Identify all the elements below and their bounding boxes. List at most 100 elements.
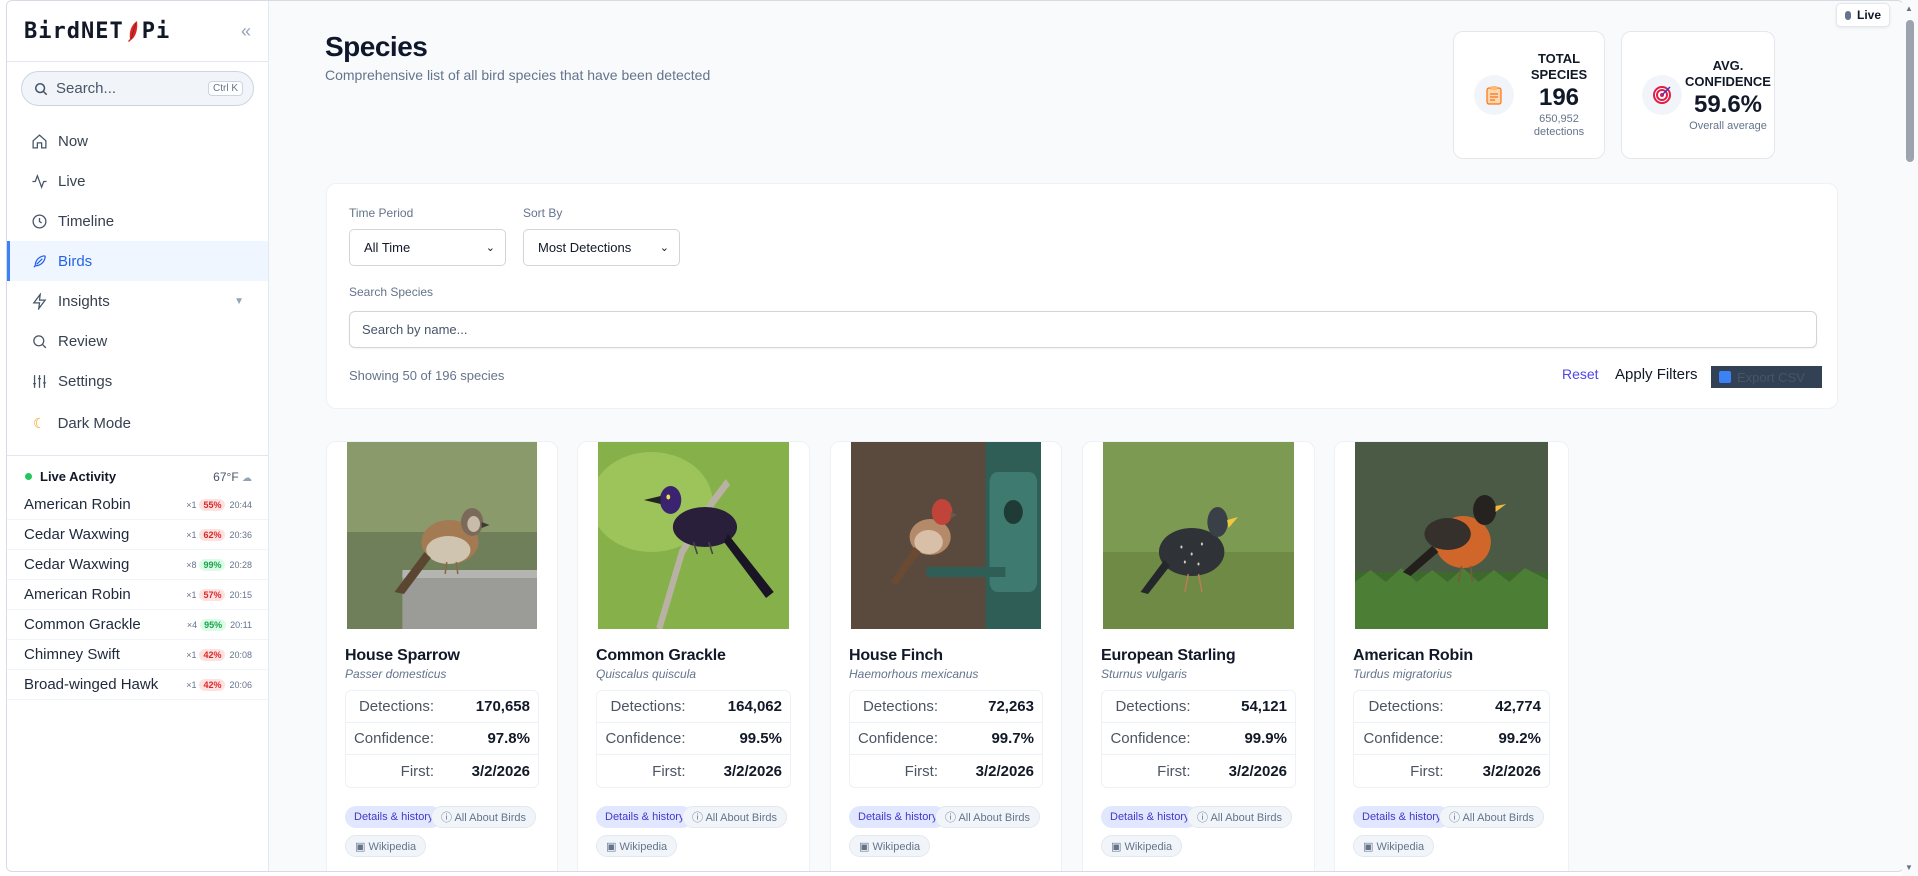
stat-key: Detections: [610, 698, 686, 715]
live-activity-item[interactable]: American Robin ×1 55% 20:44 [7, 490, 268, 520]
nav-item-live[interactable]: Live [7, 161, 268, 201]
confidence-value: 99.9% [1244, 730, 1287, 747]
species-stats: Detections: 54,121 Confidence: 99.9% First: 3… [1101, 690, 1296, 788]
clock-icon [32, 213, 47, 229]
live-activity-item[interactable]: Chimney Swift ×1 42% 20:08 [7, 640, 268, 670]
detections-value: 72,263 [988, 698, 1034, 715]
chevron-down-icon: ▼ [234, 295, 244, 307]
details-history-link[interactable]: Details & history [345, 806, 443, 828]
live-activity-item[interactable]: Cedar Waxwing ×8 99% 20:28 [7, 550, 268, 580]
stat-row-detections: Detections: 72,263 [850, 691, 1042, 723]
wikipedia-link[interactable]: ▣ Wikipedia [596, 835, 678, 857]
details-history-link[interactable]: Details & history [596, 806, 694, 828]
confidence-badge: 95% [200, 618, 227, 631]
collapse-sidebar-icon[interactable]: « [241, 21, 251, 42]
bird-photo[interactable] [1103, 442, 1294, 629]
page-scrollbar[interactable]: ▲ ▼ [1902, 0, 1918, 876]
clipboard-icon [1474, 75, 1514, 115]
species-common-name[interactable]: House Sparrow [345, 647, 460, 665]
stat-key: Detections: [1368, 698, 1444, 715]
confidence-badge: 62% [199, 528, 226, 541]
live-species-name: Chimney Swift [24, 646, 120, 663]
details-history-link[interactable]: Details & history [1101, 806, 1199, 828]
stat-row-detections: Detections: 164,062 [597, 691, 790, 723]
bird-photo[interactable] [347, 442, 537, 629]
live-activity-item[interactable]: American Robin ×1 57% 20:15 [7, 580, 268, 610]
wikipedia-link[interactable]: ▣ Wikipedia [1353, 835, 1435, 857]
live-indicator-button[interactable]: Live [1836, 3, 1891, 27]
page-subtitle: Comprehensive list of all bird species t… [325, 67, 711, 83]
all-about-birds-link[interactable]: ⓘ All About Birds [1187, 806, 1292, 828]
bird-photo[interactable] [1355, 442, 1548, 629]
species-common-name[interactable]: Common Grackle [596, 647, 726, 665]
species-common-name[interactable]: House Finch [849, 647, 943, 665]
stat-row-first: First: 3/2/2026 [1102, 755, 1295, 787]
search-icon [33, 334, 47, 348]
wikipedia-link[interactable]: ▣ Wikipedia [849, 835, 931, 857]
stat-key: Confidence: [605, 730, 686, 747]
first-seen-value: 3/2/2026 [471, 762, 530, 780]
species-scientific-name: Turdus migratorius [1353, 667, 1453, 681]
live-activity-item[interactable]: Broad-winged Hawk ×1 42% 20:06 [7, 670, 268, 700]
zap-icon [32, 292, 47, 310]
total-detections-label: detections [1533, 126, 1585, 138]
dark-mode-toggle[interactable]: ☾ Dark Mode [7, 401, 268, 445]
details-history-link[interactable]: Details & history [1353, 806, 1451, 828]
avg-confidence-sub: Overall average [1689, 119, 1767, 132]
bird-photo[interactable] [590, 442, 789, 631]
stat-row-confidence: Confidence: 99.2% [1354, 723, 1549, 755]
all-about-birds-link[interactable]: ⓘ All About Birds [935, 806, 1040, 828]
all-about-birds-link[interactable]: ⓘ All About Birds [682, 806, 787, 828]
live-activity-item[interactable]: Common Grackle ×4 95% 20:11 [7, 610, 268, 640]
all-about-birds-link[interactable]: ⓘ All About Birds [1439, 806, 1544, 828]
detections-value: 54,121 [1241, 698, 1287, 715]
species-search-placeholder: Search by name... [362, 322, 468, 337]
live-activity-header: Live Activity 67°F ☁ [7, 456, 268, 490]
live-activity-item[interactable]: Cedar Waxwing ×1 62% 20:36 [7, 520, 268, 550]
app-logo[interactable]: BirdNET Pi [24, 19, 170, 44]
detections-value: 42,774 [1495, 698, 1541, 715]
wikipedia-link[interactable]: ▣ Wikipedia [1101, 835, 1183, 857]
live-species-name: Cedar Waxwing [24, 526, 130, 543]
live-time: 20:28 [229, 559, 252, 570]
sort-by-select[interactable]: Most Detections ⌄ [523, 229, 680, 266]
stat-key: Detections: [1115, 698, 1191, 715]
export-csv-button[interactable]: Export CSV [1711, 366, 1822, 388]
stat-row-detections: Detections: 54,121 [1102, 691, 1295, 723]
feather-logo-icon [127, 21, 137, 42]
nav-item-birds[interactable]: Birds [7, 241, 268, 281]
reset-button[interactable]: Reset [1562, 366, 1599, 382]
scroll-down-icon[interactable]: ▼ [1905, 863, 1913, 872]
sliders-icon [33, 374, 46, 388]
results-count: Showing 50 of 196 species [349, 368, 505, 383]
species-card[interactable]: House Finch Haemorhous mexicanus Detection… [830, 441, 1062, 871]
details-history-link[interactable]: Details & history [849, 806, 947, 828]
species-common-name[interactable]: European Starling [1101, 647, 1236, 665]
species-common-name[interactable]: American Robin [1353, 647, 1473, 665]
total-detections-value: 650,952 [1539, 113, 1579, 125]
species-search-input[interactable]: Search by name... [349, 311, 1817, 348]
global-search-input[interactable]: Search... Ctrl K [21, 71, 254, 106]
confidence-badge: 42% [199, 648, 226, 661]
bird-photo[interactable] [851, 442, 1041, 629]
nav-item-settings[interactable]: Settings [7, 361, 268, 401]
species-card[interactable]: Common Grackle Quiscalus quiscula Detectio… [577, 441, 810, 871]
all-about-birds-link[interactable]: ⓘ All About Birds [431, 806, 536, 828]
species-card[interactable]: European Starling Sturnus vulgaris Detecti… [1082, 441, 1315, 871]
scrollbar-thumb[interactable] [1906, 20, 1914, 162]
detections-value: 170,658 [475, 698, 530, 715]
nav-item-now[interactable]: Now [7, 121, 268, 161]
scroll-up-icon[interactable]: ▲ [1905, 4, 1913, 13]
live-species-name: Cedar Waxwing [24, 556, 130, 573]
time-period-select[interactable]: All Time ⌄ [349, 229, 506, 266]
nav-item-timeline[interactable]: Timeline [7, 201, 268, 241]
apply-filters-button[interactable]: Apply Filters [1615, 366, 1698, 383]
download-icon [1719, 371, 1731, 383]
species-card[interactable]: House Sparrow Passer domesticus Detections… [326, 441, 558, 871]
live-time: 20:44 [229, 499, 252, 510]
wikipedia-link[interactable]: ▣ Wikipedia [345, 835, 427, 857]
nav-item-insights[interactable]: Insights ▼ [7, 281, 268, 321]
species-card[interactable]: American Robin Turdus migratorius Detectio… [1334, 441, 1569, 871]
nav-item-review[interactable]: Review [7, 321, 268, 361]
chevron-down-icon: ⌄ [659, 242, 669, 254]
